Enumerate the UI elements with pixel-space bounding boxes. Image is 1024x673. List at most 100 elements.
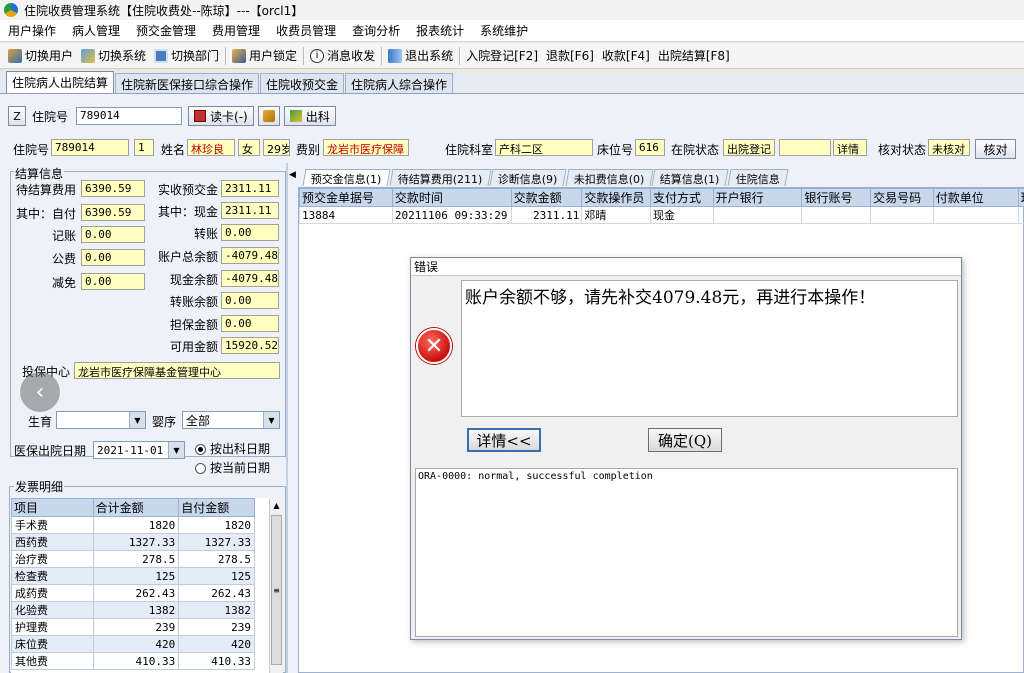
cash-balance-field[interactable]: -4079.48 [221, 270, 279, 287]
self-pay-field[interactable]: 6390.59 [81, 204, 145, 221]
discharge-settle-button[interactable]: 出院结算[F8] [654, 45, 734, 67]
status-field[interactable]: 出院登记 [723, 139, 775, 156]
check-status-field[interactable]: 未核对 [928, 139, 970, 156]
pencil-button[interactable] [257, 106, 280, 126]
back-overlay-button[interactable]: ‹ [20, 372, 60, 412]
grid-cell [801, 206, 872, 224]
guarantee-field[interactable]: 0.00 [221, 315, 279, 332]
grid-header[interactable]: 预交金单据号 [299, 188, 393, 207]
transfer-field[interactable]: 0.00 [221, 224, 279, 241]
grid-header[interactable]: 开户银行 [712, 188, 803, 207]
menu-fee-mgmt[interactable]: 费用管理 [204, 22, 268, 39]
grid-header[interactable]: 银行账号 [801, 188, 872, 207]
invoice-header[interactable]: 合计金额 [92, 498, 180, 517]
grid-header[interactable]: 交易号码 [870, 188, 934, 207]
menu-patient-mgmt[interactable]: 病人管理 [64, 22, 128, 39]
grid-header[interactable]: 交款操作员 [581, 188, 651, 207]
check-button[interactable]: 核对 [975, 139, 1016, 159]
guarantee-label: 担保金额 [170, 318, 219, 332]
invoice-header[interactable]: 自付金额 [178, 498, 255, 517]
table-row[interactable]: 床位费 420 420 [11, 635, 255, 653]
table-row[interactable]: 西药费 1327.33 1327.33 [11, 533, 255, 551]
tab-collect-prepay[interactable]: 住院收预交金 [260, 73, 345, 93]
dept-field[interactable]: 产科二区 [495, 139, 593, 156]
switch-system-button[interactable]: 切换系统 [77, 45, 150, 67]
switch-user-button[interactable]: 切换用户 [4, 45, 77, 67]
table-row[interactable]: 成药费 262.43 262.43 [11, 584, 255, 602]
scroll-thumb[interactable]: ≡ [271, 515, 282, 665]
table-row[interactable]: 其他费 410.33 410.33 [11, 652, 255, 670]
table-row[interactable]: 手术费 1820 1820 [11, 516, 255, 534]
invoice-scrollbar[interactable]: ▲ ≡ [269, 499, 283, 673]
pending-fee-field[interactable]: 6390.59 [81, 180, 145, 197]
waive-field[interactable]: 0.00 [81, 273, 145, 290]
patient-id-field[interactable]: 789014 [51, 139, 129, 156]
tab-prepay-info[interactable]: 预交金信息(1) [302, 169, 391, 186]
refund-button[interactable]: 退款[F6] [542, 45, 598, 67]
radio-by-current[interactable]: 按当前日期 [195, 459, 270, 476]
grid-header[interactable]: 交款时间 [391, 188, 512, 207]
menu-user-ops[interactable]: 用户操作 [0, 22, 64, 39]
menu-cashier-mgmt[interactable]: 收费员管理 [268, 22, 344, 39]
table-row[interactable]: 化验费 1382 1382 [11, 601, 255, 619]
fee-type-field[interactable]: 龙岩市医疗保障 [323, 139, 409, 156]
patient-name-field[interactable]: 林珍良 [187, 139, 235, 156]
tab-patient-ops[interactable]: 住院病人综合操作 [345, 73, 454, 93]
status-extra-field[interactable] [779, 139, 831, 156]
age-field[interactable]: 29岁 [263, 139, 290, 156]
tab-pending-fees[interactable]: 待结算费用(211) [389, 169, 491, 186]
prepay-field[interactable]: 2311.11 [221, 180, 279, 197]
tab-inpatient-info[interactable]: 住院信息 [727, 169, 789, 186]
collect-button[interactable]: 收款[F4] [598, 45, 654, 67]
discharge-date-picker[interactable]: 2021-11-01 ▼ [93, 441, 185, 459]
menu-system[interactable]: 系统维护 [472, 22, 536, 39]
lock-user-button[interactable]: 用户锁定 [228, 45, 301, 67]
messages-button[interactable]: i 消息收发 [306, 45, 379, 67]
tab-settlement[interactable]: 结算信息(1) [651, 169, 729, 186]
table-row[interactable]: 护理费 239 239 [11, 618, 255, 636]
switch-dept-button[interactable]: 切换部门 [150, 45, 223, 67]
invoice-amount-cell: 1327.33 [178, 533, 255, 551]
invoice-header[interactable]: 项目 [11, 498, 94, 517]
tab-uncharged[interactable]: 未扣费信息(0) [565, 169, 653, 186]
menu-reports[interactable]: 报表统计 [408, 22, 472, 39]
transfer-balance-field[interactable]: 0.00 [221, 292, 279, 309]
splitter-arrow-icon[interactable]: ◀ [289, 170, 296, 184]
tab-diagnosis[interactable]: 诊断信息(9) [489, 169, 567, 186]
invoice-item-cell: 检查费 [11, 567, 94, 585]
grid-header[interactable]: 支付方式 [650, 188, 714, 207]
charge-field[interactable]: 0.00 [81, 226, 145, 243]
admit-button[interactable]: 入院登记[F2] [462, 45, 542, 67]
cash-field[interactable]: 2311.11 [221, 202, 279, 219]
tab-insurance-interface[interactable]: 住院新医保接口综合操作 [115, 73, 260, 93]
radio-by-discharge[interactable]: 按出科日期 [195, 440, 270, 457]
grid-header[interactable]: 交款金额 [510, 188, 583, 207]
menu-prepay-mgmt[interactable]: 预交金管理 [128, 22, 204, 39]
table-row[interactable]: 检查费 125 125 [11, 567, 255, 585]
admission-no-input[interactable]: 789014 [76, 107, 183, 125]
exit-button[interactable]: 退出系统 [384, 45, 457, 67]
public-field[interactable]: 0.00 [81, 249, 145, 266]
grid-header[interactable]: 付款单位 [932, 188, 1019, 207]
read-card-button[interactable]: 读卡(-) [188, 106, 254, 126]
insurer-field[interactable]: 龙岩市医疗保障基金管理中心 [74, 362, 280, 379]
tab-discharge-settlement[interactable]: 住院病人出院结算 [6, 71, 115, 93]
table-row[interactable]: 治疗费 278.5 278.5 [11, 550, 255, 568]
available-field[interactable]: 15920.52 [221, 337, 279, 354]
gender-field[interactable]: 女 [238, 139, 260, 156]
ok-button[interactable]: 确定(Q) [648, 428, 722, 452]
table-row[interactable]: 13884 20211106 09:33:29 2311.11 邓晴 现金 2 [299, 206, 1024, 224]
bed-field[interactable]: 616 [635, 139, 665, 156]
grid-header[interactable]: 现金 [1017, 188, 1024, 207]
menu-query-analysis[interactable]: 查询分析 [344, 22, 408, 39]
birth-select[interactable]: ▼ [56, 411, 146, 429]
balance-field[interactable]: -4079.48 [221, 247, 279, 264]
patient-seq-field[interactable]: 1 [134, 139, 154, 156]
details-button[interactable]: 详情<< [467, 428, 541, 452]
discharge-button[interactable]: 出科 [283, 106, 336, 126]
infant-select[interactable]: 全部 ▼ [182, 411, 280, 429]
scroll-up-icon[interactable]: ▲ [270, 499, 283, 513]
z-button[interactable]: Z [8, 106, 26, 126]
invoice-item-cell: 护理费 [11, 618, 94, 636]
detail-field[interactable]: 详情 [833, 139, 867, 156]
